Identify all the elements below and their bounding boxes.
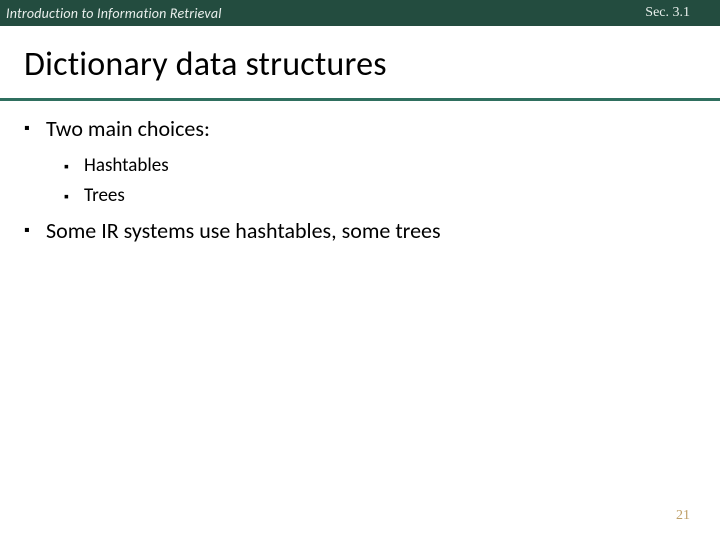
- slide: Introduction to Information Retrieval Se…: [0, 0, 720, 540]
- square-bullet-icon: ▪: [64, 153, 84, 180]
- bullet-level2: ▪ Hashtables: [64, 153, 694, 180]
- square-bullet-icon: ▪: [24, 114, 46, 145]
- bullet-text: Some IR systems use hashtables, some tre…: [46, 216, 441, 247]
- bullet-text: Trees: [84, 183, 125, 210]
- bullet-level2: ▪ Trees: [64, 183, 694, 210]
- bullet-text: Hashtables: [84, 153, 169, 180]
- content-area: ▪ Two main choices: ▪ Hashtables ▪ Trees…: [24, 114, 694, 255]
- bullet-level1: ▪ Some IR systems use hashtables, some t…: [24, 216, 694, 247]
- top-bar: Introduction to Information Retrieval Se…: [0, 0, 720, 26]
- bullet-level1: ▪ Two main choices:: [24, 114, 694, 145]
- square-bullet-icon: ▪: [24, 216, 46, 247]
- bullet-text: Two main choices:: [46, 114, 210, 145]
- section-label: Sec. 3.1: [645, 5, 720, 21]
- page-number: 21: [676, 508, 690, 524]
- title-rule: [0, 98, 720, 101]
- slide-title: Dictionary data structures: [24, 44, 387, 85]
- square-bullet-icon: ▪: [64, 183, 84, 210]
- course-title: Introduction to Information Retrieval: [0, 5, 222, 22]
